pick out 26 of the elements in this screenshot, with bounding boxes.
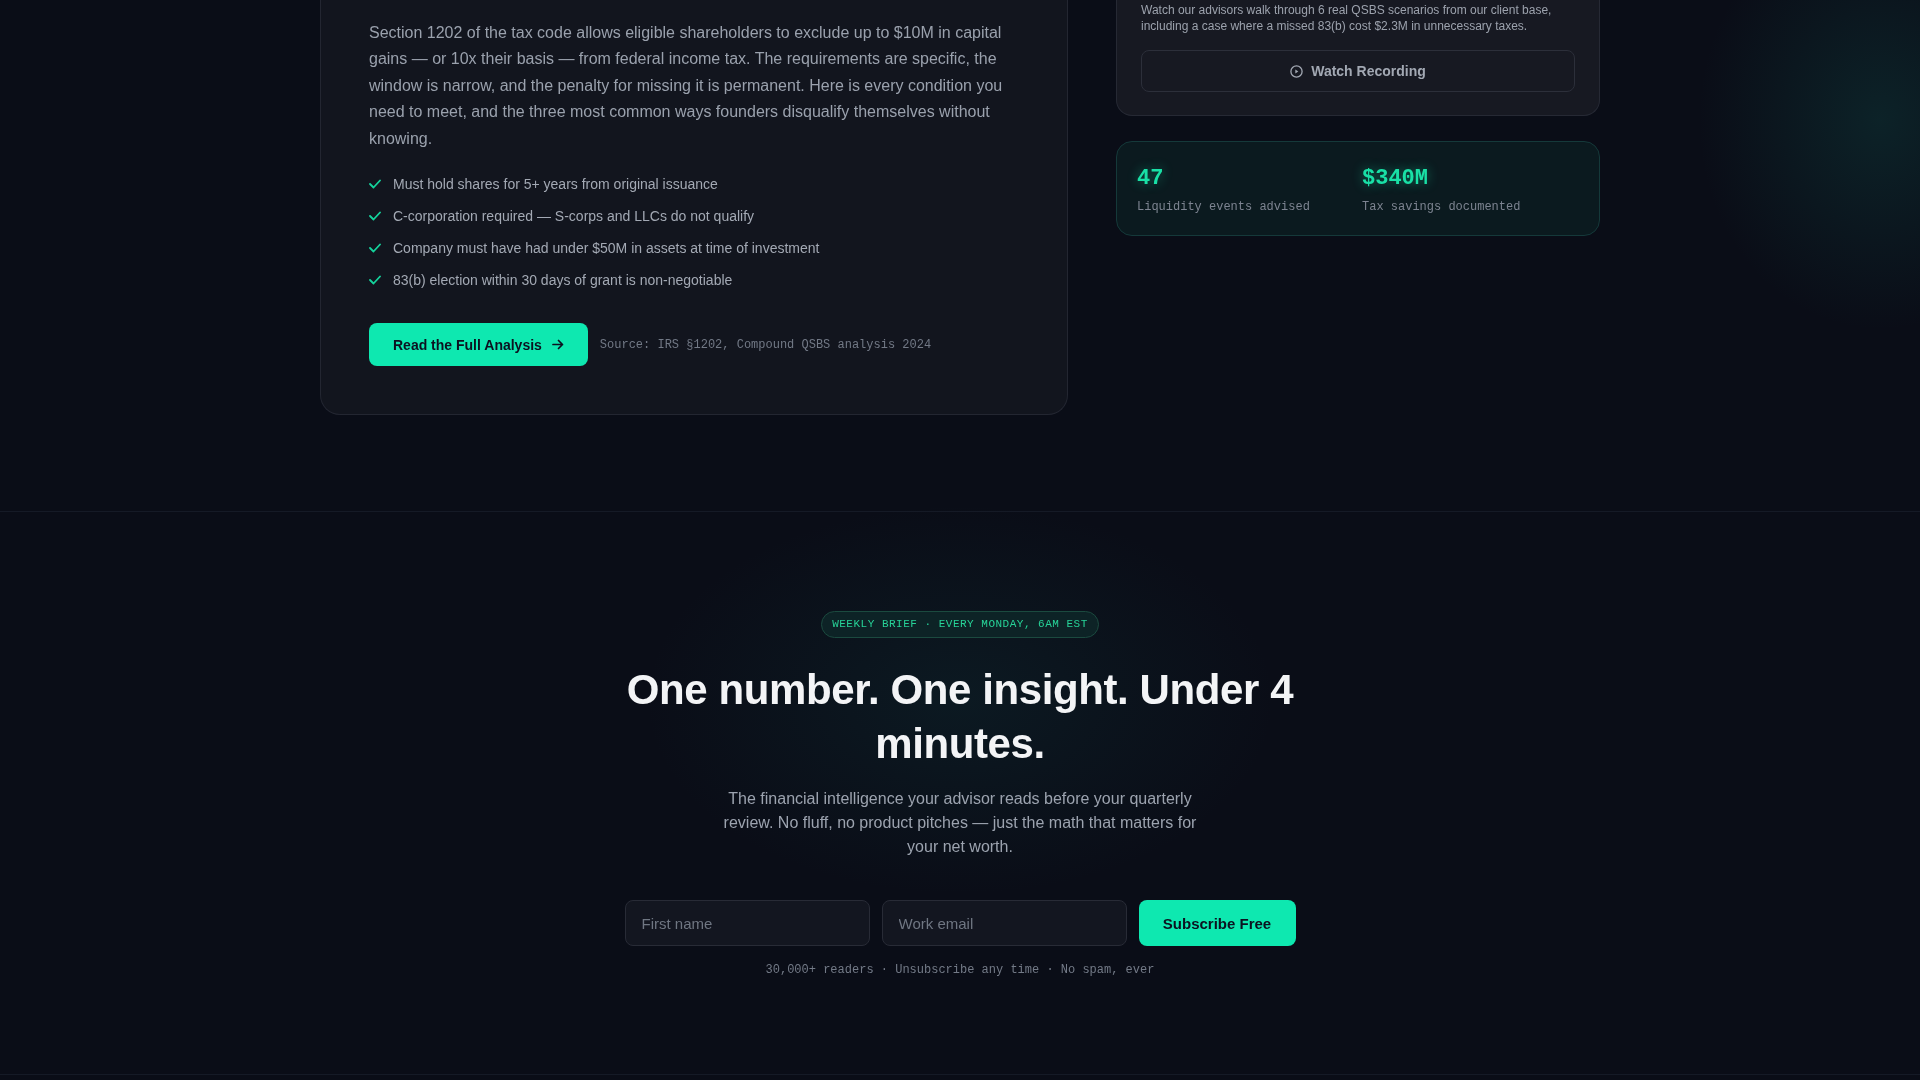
requirement-text: Company must have had under $50M in assets at time of investment — [393, 239, 820, 259]
newsletter-description: The financial intelligence your advisor reads before your quarterly review. No fluff, no product pitches — just the math that matters for your net worth. — [722, 789, 1198, 858]
check-icon — [369, 211, 381, 222]
requirement-text: 83(b) election within 30 days of grant is non-negotiable — [393, 271, 733, 291]
stat-value: $340M — [1362, 165, 1428, 193]
article-paragraph: Section 1202 of the tax code allows eligible shareholders to exclude up to $10M in capital gains — or 10x their basis — from federal income tax. The requirements are specific, the window is narrow, and the penalty for missing it is permanent. Here is every condition you need to meet, and the three most common ways founders disqualify themselves without knowing. — [369, 23, 1004, 149]
input-field[interactable]: Work email — [881, 900, 1127, 947]
play-circle-icon — [1290, 64, 1304, 78]
arrow-right-icon — [551, 339, 564, 351]
requirement-text: Must hold shares for 5+ years from original issuance — [393, 175, 718, 195]
stat-label: Tax savings documented — [1362, 199, 1521, 215]
webinar-description: Watch our advisors walk through 6 real QSBS scenarios from our client base, including a case where a missed 83(b) cost $2.3M in unnecessary taxes. — [1141, 2, 1553, 34]
subscribe-button[interactable]: Subscribe Free — [1138, 900, 1296, 947]
check-icon — [369, 275, 381, 286]
schedule-badge: WEEKLY BRIEF · EVERY MONDAY, 6AM EST — [821, 611, 1099, 639]
requirement-text: C-corporation required — S-corps and LLCs do not qualify — [393, 207, 755, 227]
read-analysis-button[interactable]: Read the Full Analysis — [369, 323, 588, 367]
check-icon — [369, 243, 381, 254]
subscriber-note: 30,000+ readers · Unsubscribe any time · No spam, ever — [765, 962, 1155, 980]
watch-recording-button[interactable]: Watch Recording — [1141, 50, 1575, 92]
check-icon — [369, 179, 381, 190]
input-field[interactable]: First name — [624, 900, 870, 947]
stat-label: Liquidity events advised — [1137, 199, 1310, 215]
newsletter-heading: One number. One insight. Under 4 minutes. — [625, 665, 1295, 770]
stat-value: 47 — [1137, 165, 1164, 193]
source-note: Source: IRS §1202, Compound QSBS analysis 2024 — [599, 336, 932, 353]
